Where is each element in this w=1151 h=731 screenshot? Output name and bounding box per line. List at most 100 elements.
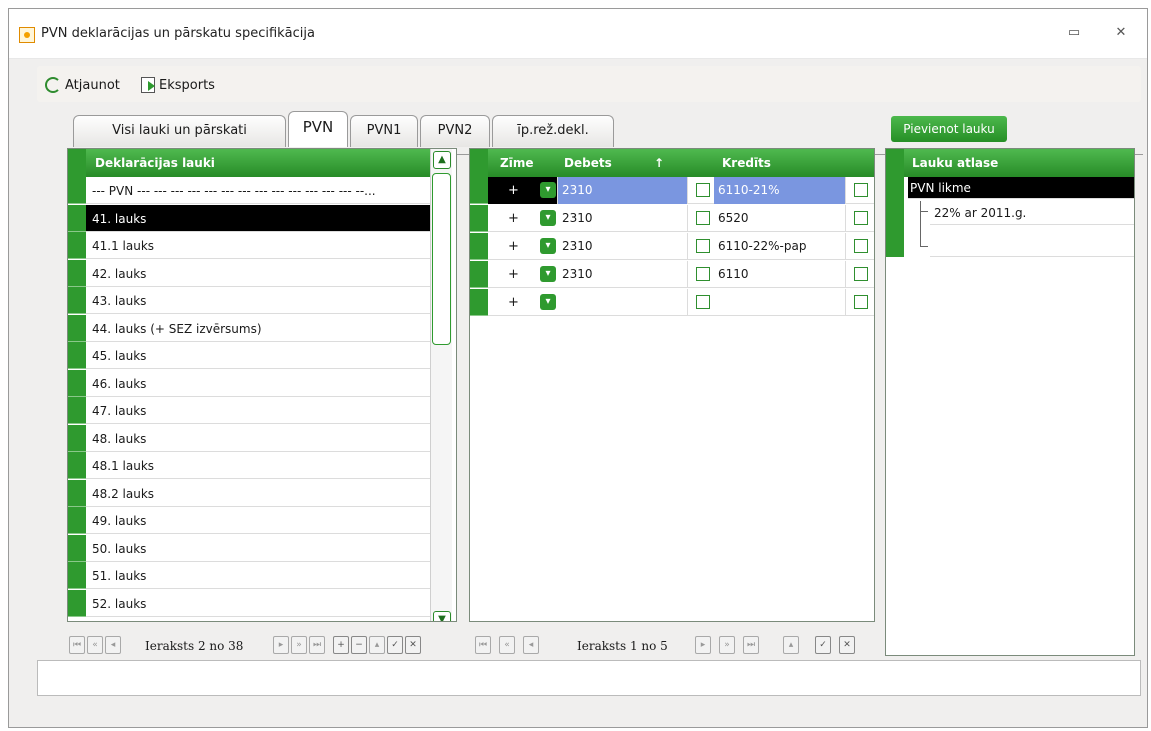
- credit-cell[interactable]: [714, 289, 846, 316]
- credit-checkbox[interactable]: [854, 183, 868, 197]
- column-header-fields[interactable]: Deklarācijas lauki: [95, 156, 215, 170]
- column-header-debit[interactable]: Debets: [564, 156, 612, 170]
- nav-prev-icon[interactable]: ◂: [105, 636, 121, 654]
- row-indicator[interactable]: [68, 342, 86, 369]
- sign-value[interactable]: +: [508, 267, 519, 282]
- row-indicator[interactable]: [68, 369, 86, 397]
- row-indicator[interactable]: [470, 261, 488, 288]
- row-indicator[interactable]: [68, 562, 86, 589]
- list-item[interactable]: 50. lauks: [68, 534, 430, 562]
- nav-confirm-icon[interactable]: ✓: [815, 636, 831, 654]
- nav-prev-page-icon[interactable]: «: [87, 636, 103, 654]
- refresh-button[interactable]: Atjaunot: [45, 76, 120, 94]
- tab-pvn[interactable]: PVN: [288, 111, 348, 147]
- dropdown-chevron-icon[interactable]: ▾: [540, 210, 556, 226]
- nav-confirm-icon[interactable]: ✓: [387, 636, 403, 654]
- list-item[interactable]: 43. lauks: [68, 287, 430, 314]
- nav-next-page-icon[interactable]: »: [719, 636, 735, 654]
- row-indicator[interactable]: [68, 259, 86, 287]
- tree-node-empty[interactable]: [930, 227, 1134, 257]
- nav-prev-icon[interactable]: ◂: [523, 636, 539, 654]
- row-indicator[interactable]: [68, 507, 86, 534]
- list-item[interactable]: 45. lauks: [68, 342, 430, 369]
- table-row[interactable]: + ▾ 2310 6110: [470, 261, 874, 288]
- debit-checkbox[interactable]: [696, 295, 710, 309]
- row-indicator[interactable]: [68, 314, 86, 342]
- row-indicator[interactable]: [68, 204, 86, 232]
- list-item[interactable]: 51. lauks: [68, 562, 430, 589]
- nav-edit-icon[interactable]: ▴: [783, 636, 799, 654]
- list-item[interactable]: 48. lauks: [68, 424, 430, 452]
- list-item[interactable]: 48.1 lauks: [68, 452, 430, 479]
- row-indicator[interactable]: [68, 397, 86, 424]
- scroll-up-icon[interactable]: ▲: [433, 151, 451, 169]
- debit-cell[interactable]: 2310: [558, 177, 688, 204]
- nav-next-icon[interactable]: ▸: [273, 636, 289, 654]
- credit-checkbox[interactable]: [854, 211, 868, 225]
- nav-remove-icon[interactable]: −: [351, 636, 367, 654]
- list-item[interactable]: 44. lauks (+ SEZ izvērsums): [68, 314, 430, 342]
- nav-prev-page-icon[interactable]: «: [499, 636, 515, 654]
- credit-checkbox[interactable]: [854, 295, 868, 309]
- minimize-icon[interactable]: ▭: [1065, 25, 1083, 41]
- nav-first-icon[interactable]: ⏮: [69, 636, 85, 654]
- nav-edit-icon[interactable]: ▴: [369, 636, 385, 654]
- add-field-button[interactable]: Pievienot lauku: [891, 116, 1007, 142]
- sign-value[interactable]: +: [508, 239, 519, 254]
- credit-cell[interactable]: 6110: [714, 261, 846, 288]
- list-item[interactable]: 46. lauks: [68, 369, 430, 397]
- tab-pvn1[interactable]: PVN1: [350, 115, 418, 147]
- sign-value[interactable]: +: [508, 295, 519, 310]
- row-indicator[interactable]: [68, 232, 86, 259]
- table-row[interactable]: + ▾ 2310 6110-21%: [470, 177, 874, 204]
- credit-cell[interactable]: 6110-21%: [714, 177, 846, 204]
- sign-value[interactable]: +: [508, 211, 519, 226]
- row-indicator[interactable]: [68, 479, 86, 507]
- list-item[interactable]: 42. lauks: [68, 259, 430, 287]
- credit-cell[interactable]: 6110-22%-pap: [714, 233, 846, 260]
- dropdown-chevron-icon[interactable]: ▾: [540, 294, 556, 310]
- table-row[interactable]: + ▾ 2310 6110-22%-pap: [470, 233, 874, 260]
- tab-pvn2[interactable]: PVN2: [420, 115, 490, 147]
- debit-cell[interactable]: 2310: [558, 261, 688, 288]
- row-indicator[interactable]: [470, 289, 488, 316]
- debit-cell[interactable]: [558, 289, 688, 316]
- nav-first-icon[interactable]: ⏮: [475, 636, 491, 654]
- nav-last-icon[interactable]: ⏭: [743, 636, 759, 654]
- tab-ip-rez-dekl[interactable]: īp.rež.dekl.: [492, 115, 614, 147]
- debit-checkbox[interactable]: [696, 183, 710, 197]
- scroll-thumb[interactable]: [432, 173, 451, 345]
- tab-all-fields[interactable]: Visi lauki un pārskati: [73, 115, 286, 147]
- list-item[interactable]: 41. lauks: [68, 204, 430, 232]
- tree-node-pvn-rate[interactable]: PVN likme: [908, 177, 1134, 199]
- debit-cell[interactable]: 2310: [558, 205, 688, 232]
- close-icon[interactable]: ✕: [1112, 25, 1130, 41]
- nav-last-icon[interactable]: ⏭: [309, 636, 325, 654]
- vertical-scrollbar[interactable]: ▲ ▼: [430, 149, 452, 621]
- row-indicator[interactable]: [68, 424, 86, 452]
- scroll-down-icon[interactable]: ▼: [433, 611, 451, 621]
- sign-value[interactable]: +: [508, 183, 519, 198]
- nav-add-icon[interactable]: +: [333, 636, 349, 654]
- dropdown-chevron-icon[interactable]: ▾: [540, 182, 556, 198]
- column-header-sign[interactable]: Zīme: [500, 156, 533, 170]
- credit-checkbox[interactable]: [854, 267, 868, 281]
- table-row[interactable]: + ▾: [470, 289, 874, 316]
- table-row[interactable]: + ▾ 2310 6520: [470, 205, 874, 232]
- dropdown-chevron-icon[interactable]: ▾: [540, 266, 556, 282]
- row-indicator[interactable]: [68, 534, 86, 562]
- list-item[interactable]: 49. lauks: [68, 507, 430, 534]
- column-header-selection[interactable]: Lauku atlase: [912, 156, 998, 170]
- list-item[interactable]: 48.2 lauks: [68, 479, 430, 507]
- row-indicator[interactable]: [470, 233, 488, 260]
- row-indicator[interactable]: [68, 452, 86, 479]
- tree-node-22pct[interactable]: 22% ar 2011.g.: [930, 201, 1134, 225]
- sort-asc-icon[interactable]: ↑: [654, 156, 664, 170]
- nav-cancel-icon[interactable]: ✕: [839, 636, 855, 654]
- list-item[interactable]: 41.1 lauks: [68, 232, 430, 259]
- row-indicator[interactable]: [68, 177, 86, 204]
- nav-next-icon[interactable]: ▸: [695, 636, 711, 654]
- list-item[interactable]: 52. lauks: [68, 589, 430, 617]
- debit-checkbox[interactable]: [696, 267, 710, 281]
- row-indicator[interactable]: [470, 177, 488, 204]
